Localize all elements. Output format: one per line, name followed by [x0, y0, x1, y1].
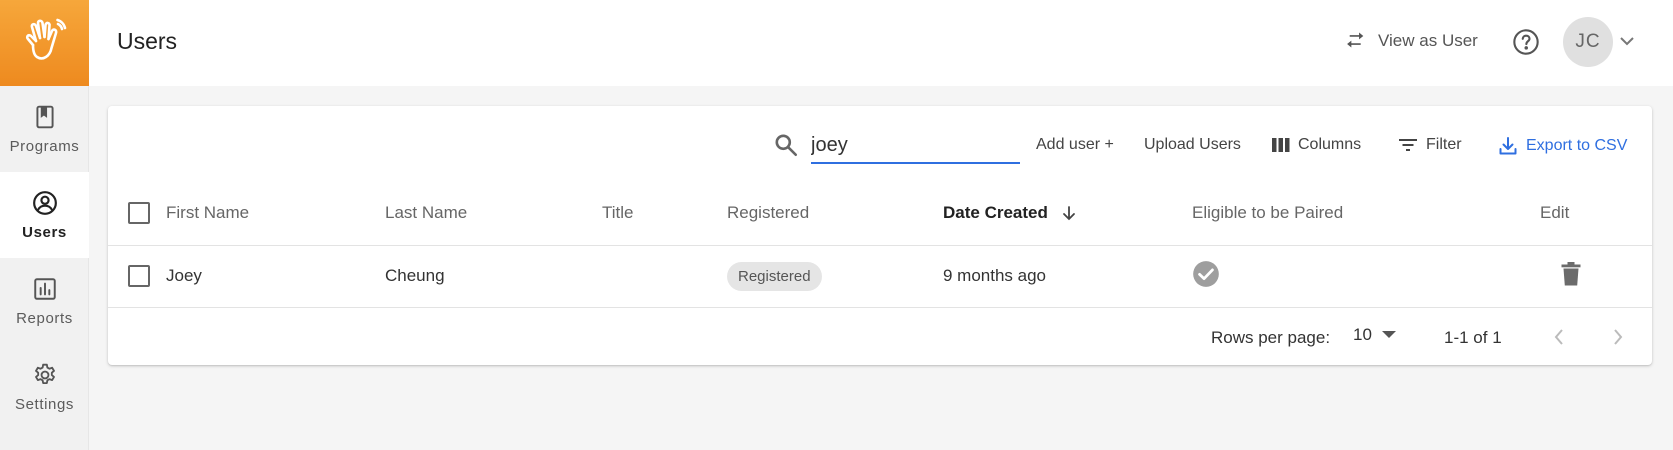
sidebar-item-label: Settings [15, 395, 74, 413]
pagination-range: 1-1 of 1 [1444, 328, 1502, 347]
rows-per-page-value: 10 [1353, 325, 1372, 344]
check-circle-icon [1193, 260, 1219, 287]
account-circle-icon [32, 190, 57, 215]
sidebar-item-users[interactable]: Users [0, 172, 89, 258]
row-select-cell [108, 245, 166, 307]
sidebar-item-reports[interactable]: Reports [0, 258, 89, 344]
view-as-user-label: View as User [1378, 31, 1478, 50]
next-page-button[interactable] [1602, 321, 1634, 353]
chart-icon [33, 277, 56, 300]
rows-per-page-select[interactable]: 10 [1353, 325, 1396, 345]
add-user-button[interactable]: Add user + [1036, 136, 1114, 154]
filter-icon [1399, 139, 1417, 151]
column-header-date-created[interactable]: Date Created [943, 182, 1192, 245]
column-header-edit: Edit [1540, 203, 1570, 223]
page-title: Users [117, 28, 178, 54]
cell-registered: Registered [727, 245, 943, 307]
swap-arrows-icon [1347, 32, 1364, 48]
view-as-user-button[interactable]: View as User [1344, 31, 1478, 51]
column-header-last-name[interactable]: Last Name [385, 182, 602, 245]
sidebar-item-label: Users [22, 223, 67, 241]
waving-hand-icon [25, 18, 66, 60]
app-logo[interactable] [0, 0, 89, 86]
columns-button[interactable]: Columns [1272, 136, 1361, 154]
upload-users-label: Upload Users [1144, 136, 1241, 153]
column-header-registered[interactable]: Registered [727, 182, 943, 245]
column-header-first-name[interactable]: First Name [166, 182, 385, 245]
sidebar-item-programs[interactable]: Programs [0, 86, 89, 172]
gear-icon [34, 363, 55, 384]
previous-page-button[interactable] [1543, 321, 1575, 353]
delete-user-button[interactable] [1560, 261, 1582, 292]
add-user-label: Add user + [1036, 136, 1114, 153]
sidebar: Programs Users Reports Settings [0, 0, 89, 450]
registered-status-badge: Registered [727, 261, 822, 291]
caret-down-icon [1381, 331, 1396, 338]
cell-eligible [1192, 245, 1540, 307]
cell-date-created: 9 months ago [943, 266, 1047, 285]
rows-per-page-label: Rows per page: [1211, 328, 1331, 347]
search-icon[interactable] [773, 132, 799, 163]
account-menu-button[interactable] [1619, 34, 1635, 52]
cell-edit [1540, 245, 1652, 307]
columns-label: Columns [1298, 136, 1362, 153]
column-header-title[interactable]: Title [602, 182, 727, 245]
table-row[interactable]: Joey Cheung Registered 9 months ago [108, 245, 1652, 307]
table-toolbar: Add user + Upload Users Columns Filter [108, 106, 1652, 182]
filter-button[interactable]: Filter [1398, 136, 1462, 154]
row-checkbox[interactable] [128, 265, 150, 287]
chevron-down-icon [1620, 37, 1634, 46]
cell-last-name: Cheung [385, 266, 445, 285]
arrow-down-icon [1062, 206, 1075, 221]
trash-icon [1561, 261, 1581, 285]
select-all-cell [108, 182, 166, 245]
export-csv-label: Export to CSV [1526, 137, 1628, 154]
sidebar-item-label: Programs [9, 137, 80, 155]
export-csv-button[interactable]: Export to CSV [1498, 136, 1627, 156]
table-pagination: Rows per page: 10 1-1 of 1 [108, 307, 1652, 365]
chevron-left-icon [1554, 329, 1563, 345]
select-all-checkbox[interactable] [128, 202, 150, 225]
sidebar-item-settings[interactable]: Settings [0, 344, 89, 430]
user-avatar[interactable]: JC [1563, 17, 1613, 67]
filter-label: Filter [1426, 136, 1462, 153]
book-icon [35, 105, 54, 128]
chevron-right-icon [1614, 329, 1623, 345]
download-icon [1499, 137, 1517, 155]
top-header: Users View as User JC [89, 0, 1673, 86]
users-table-card: Add user + Upload Users Columns Filter [108, 106, 1652, 365]
search-input[interactable] [811, 128, 1020, 164]
table-header-row: First Name Last Name Title Registered Da… [108, 182, 1652, 245]
date-created-label: Date Created [943, 203, 1048, 223]
users-table: First Name Last Name Title Registered Da… [108, 182, 1652, 308]
cell-title [602, 245, 727, 307]
sidebar-item-label: Reports [16, 309, 73, 327]
help-button[interactable] [1509, 25, 1543, 59]
columns-icon [1272, 138, 1290, 152]
upload-users-button[interactable]: Upload Users [1144, 136, 1241, 154]
column-header-eligible[interactable]: Eligible to be Paired [1192, 182, 1540, 245]
cell-first-name: Joey [166, 266, 202, 285]
help-circle-icon [1513, 29, 1539, 55]
